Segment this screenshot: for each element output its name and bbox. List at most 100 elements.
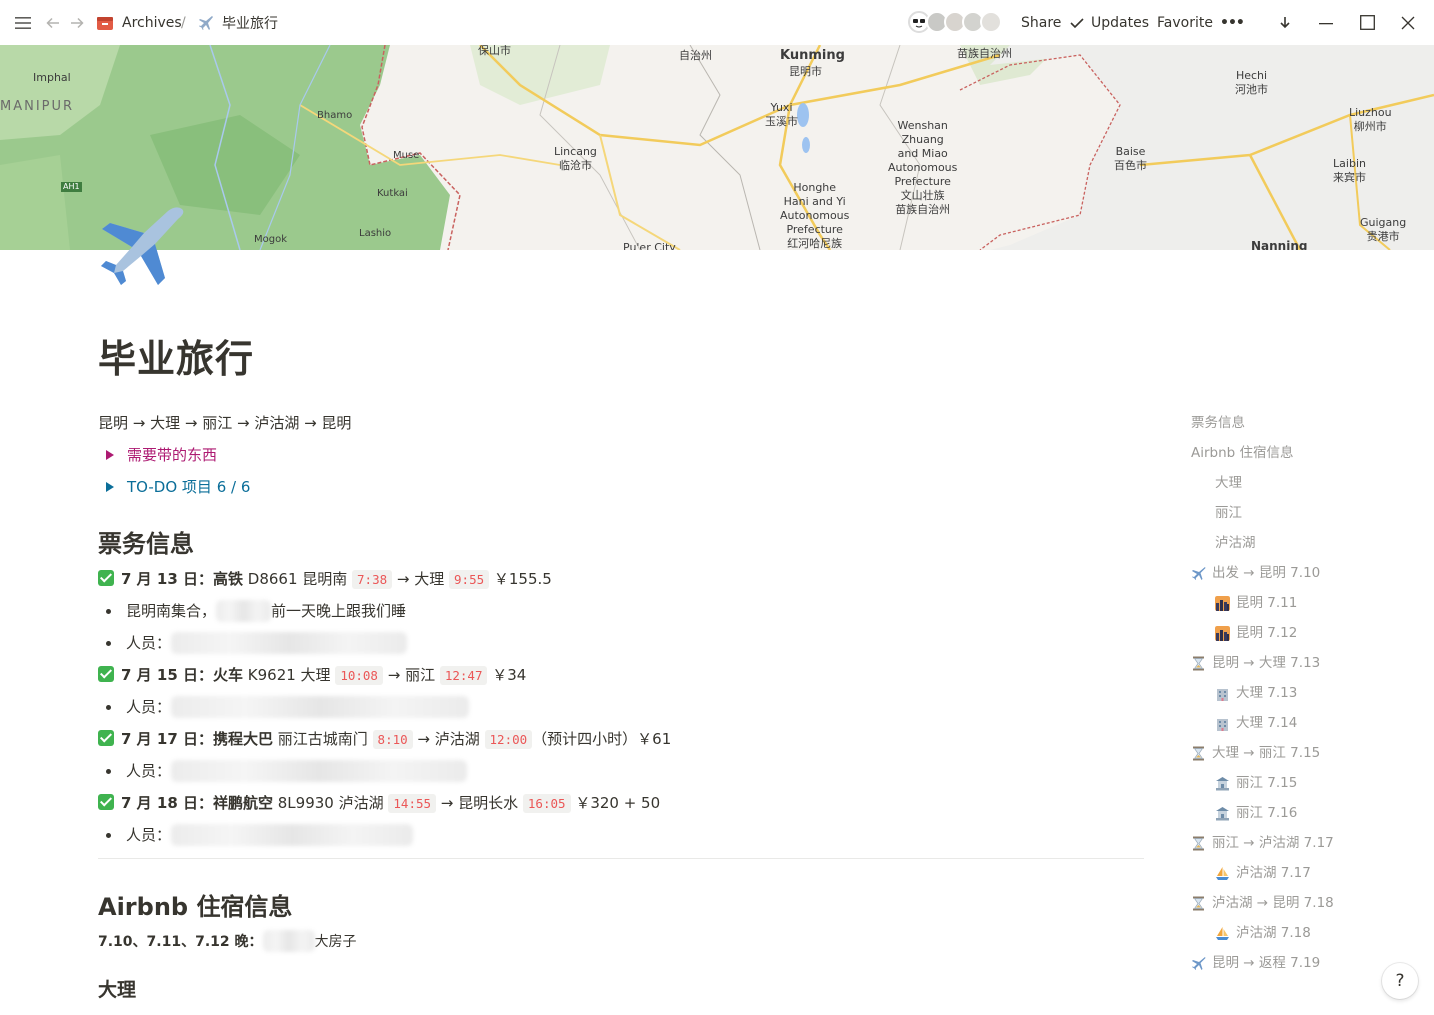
list-item[interactable]: 人员：: [98, 759, 468, 783]
heading-tickets[interactable]: 票务信息: [98, 528, 194, 560]
toc-item[interactable]: 丽江 7.16: [1215, 798, 1297, 828]
map-label: Mogok: [254, 234, 288, 245]
breadcrumb-separator: /: [181, 14, 186, 31]
map-label: 苗族自治州: [957, 47, 1012, 60]
page-icon[interactable]: [98, 205, 188, 289]
route-text[interactable]: 昆明 → 大理 → 丽江 → 泸沽湖 → 昆明: [98, 411, 351, 435]
redacted-names: [171, 696, 470, 718]
toc-item[interactable]: 昆明 7.12: [1215, 618, 1297, 648]
ticket-line[interactable]: 7 月 15 日：火车 K9621 大理 10:08 → 丽江 12:47 ￥3…: [98, 663, 526, 688]
updates-button[interactable]: Updates: [1069, 0, 1149, 45]
avatar: [980, 11, 1002, 33]
toc-item[interactable]: 昆明 → 大理 7.13: [1191, 648, 1320, 678]
map-label: Kutkai: [377, 188, 408, 199]
map-label: Kunming: [780, 48, 845, 63]
maximize-icon: [1360, 15, 1375, 30]
toc-item[interactable]: 昆明 → 返程 7.19: [1191, 948, 1320, 978]
minimize-window-button[interactable]: [1319, 0, 1333, 45]
toc-item[interactable]: 丽江 7.15: [1215, 768, 1297, 798]
toggle-triangle-icon[interactable]: [106, 482, 114, 492]
redacted-names: [171, 632, 408, 654]
toc-item[interactable]: 丽江 → 泸沽湖 7.17: [1191, 828, 1334, 858]
ticket-line[interactable]: 7 月 13 日：高铁 D8661 昆明南 7:38 → 大理 9:55 ￥15…: [98, 567, 552, 592]
temple-icon: [1216, 806, 1229, 820]
toggle-triangle-icon[interactable]: [106, 450, 114, 460]
page-cover-map[interactable]: Imphal MANIPUR AH1 Bhamo Muse Kutkai Mog…: [0, 45, 1434, 250]
toc-item[interactable]: 票务信息: [1191, 408, 1245, 438]
more-options-button[interactable]: •••: [1220, 0, 1245, 45]
toc-item[interactable]: 大理 7.13: [1215, 678, 1297, 708]
toc-item[interactable]: 丽江: [1215, 498, 1242, 528]
ticket-type: 祥鹏航空: [212, 794, 273, 812]
airplane-icon: [1192, 956, 1206, 970]
breadcrumb-current-page[interactable]: 毕业旅行: [197, 0, 278, 45]
checkmark-icon: [98, 794, 114, 810]
map-label: Laibin 来宾市: [1333, 157, 1366, 184]
toc-item[interactable]: 泸沽湖 7.18: [1215, 918, 1311, 948]
map-label: Guigang 贵港市: [1360, 216, 1407, 243]
toc-item[interactable]: 泸沽湖: [1215, 528, 1256, 558]
share-button[interactable]: Share: [1021, 0, 1061, 45]
back-button[interactable]: [45, 0, 61, 45]
toc-item[interactable]: 大理 → 丽江 7.15: [1191, 738, 1320, 768]
ticket-line[interactable]: 7 月 18 日：祥鹏航空 8L9930 泸沽湖 14:55 → 昆明长水 16…: [98, 791, 660, 816]
list-item[interactable]: 人员：: [98, 631, 408, 655]
toc-label: 丽江 → 泸沽湖 7.17: [1212, 835, 1334, 851]
favorite-button[interactable]: Favorite: [1157, 0, 1213, 45]
toc-label: 昆明 → 返程 7.19: [1212, 955, 1321, 971]
ticket-detail: 8L9930 泸沽湖: [273, 794, 389, 812]
checkmark-icon: [98, 730, 114, 746]
map-label: Wenshan Zhuang and Miao Autonomous Prefe…: [888, 119, 958, 216]
temple-icon: [1216, 776, 1229, 790]
forward-button[interactable]: [69, 0, 85, 45]
list-item[interactable]: 人员：: [98, 695, 470, 719]
map-label: Liuzhou 柳州市: [1349, 106, 1392, 133]
ticket-price: ￥34: [487, 666, 527, 684]
map-label: 自治州: [679, 49, 712, 62]
toc-label: 大理 7.14: [1236, 715, 1298, 731]
departure-time: 10:08: [335, 666, 383, 685]
toc-item[interactable]: Airbnb 住宿信息: [1191, 438, 1294, 468]
breadcrumb-archives[interactable]: Archives: [96, 0, 182, 45]
list-item[interactable]: 人员：: [98, 823, 414, 847]
help-button[interactable]: ?: [1382, 963, 1418, 999]
toc-item[interactable]: 大理 7.14: [1215, 708, 1297, 738]
toc-label: 大理: [1215, 475, 1242, 491]
ticket-price: ￥155.5: [489, 570, 552, 588]
arrival-time: 16:05: [522, 794, 571, 813]
close-icon: [1401, 16, 1415, 29]
toc-label: 泸沽湖 → 昆明 7.18: [1212, 895, 1334, 911]
airbnb-line[interactable]: 7.10、7.11、7.12 晚： 大房子: [98, 930, 357, 954]
ticket-type: 火车: [212, 666, 243, 684]
airplane-icon: [1192, 566, 1206, 580]
toc-label: 昆明 → 大理 7.13: [1212, 655, 1321, 671]
map-label: Muse: [393, 150, 420, 161]
sidebar-toggle-button[interactable]: [14, 0, 32, 45]
heading-airbnb[interactable]: Airbnb 住宿信息: [98, 891, 292, 923]
toc-label: 丽江 7.16: [1236, 805, 1298, 821]
ticket-line[interactable]: 7 月 17 日：携程大巴 丽江古城南门 8:10 → 泸沽湖 12:00 （预计…: [98, 727, 671, 752]
list-item[interactable]: 昆明南集合， 前一天晚上跟我们睡: [98, 599, 406, 623]
city-sunset-icon: [1215, 595, 1230, 611]
toggle-todo[interactable]: TO-DO 项目 6 / 6: [98, 475, 250, 499]
ticket-detail: 丽江古城南门: [273, 730, 373, 748]
toc-item[interactable]: 大理: [1215, 468, 1242, 498]
person-label: 人员：: [126, 762, 172, 780]
close-window-button[interactable]: [1401, 0, 1415, 45]
ticket-price: （预计四小时）￥61: [532, 730, 672, 748]
toc-item[interactable]: 出发 → 昆明 7.10: [1191, 558, 1320, 588]
checkmark-icon: [98, 666, 114, 682]
toggle-things-to-bring[interactable]: 需要带的东西: [98, 443, 217, 467]
heading-dali[interactable]: 大理: [98, 976, 136, 1004]
toc-item[interactable]: 泸沽湖 7.17: [1215, 858, 1311, 888]
download-arrow-icon: [1280, 16, 1290, 28]
page-title[interactable]: 毕业旅行: [98, 328, 254, 383]
minimize-icon: [1319, 22, 1333, 24]
toc-item[interactable]: 泸沽湖 → 昆明 7.18: [1191, 888, 1334, 918]
hamburger-menu-icon: [15, 16, 31, 29]
download-button[interactable]: [1278, 0, 1292, 45]
maximize-window-button[interactable]: [1360, 0, 1375, 45]
hourglass-icon: [1193, 896, 1204, 910]
toc-item[interactable]: 昆明 7.11: [1215, 588, 1297, 618]
toc-label: Airbnb 住宿信息: [1191, 445, 1294, 461]
